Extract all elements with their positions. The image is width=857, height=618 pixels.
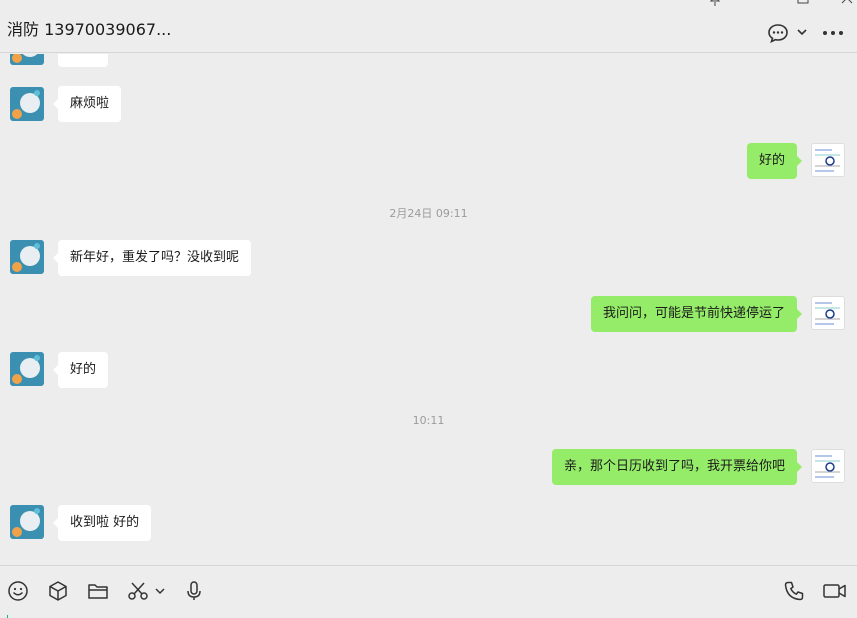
my-avatar[interactable] (811, 143, 845, 177)
message-bubble-incoming[interactable]: 麻烦 (58, 54, 109, 67)
contact-avatar[interactable] (10, 240, 44, 274)
message-bubble-outgoing[interactable]: 亲，那个日历收到了吗，我开票给你吧 (551, 449, 803, 485)
more-horizontal-icon[interactable] (822, 22, 844, 44)
microphone-icon[interactable] (182, 579, 206, 603)
chat-header: 消防 13970039067... (0, 0, 857, 53)
emoji-icon[interactable] (6, 579, 30, 603)
chat-title: 消防 13970039067... (7, 20, 172, 39)
message-bubble-incoming[interactable]: 收到啦 好的 (52, 505, 152, 541)
phone-icon[interactable] (782, 579, 806, 603)
timestamp: 10:11 (412, 414, 445, 427)
pin-icon[interactable] (708, 0, 722, 9)
chevron-down-icon[interactable] (796, 24, 808, 40)
chat-bubble-icon[interactable] (767, 22, 789, 44)
close-icon[interactable] (840, 0, 854, 9)
minimize-icon[interactable] (752, 0, 766, 9)
message-list[interactable]: 麻烦 麻烦啦 好的 2月24日 09:11 新年好，重发了吗？没收到呢 我问问，… (0, 54, 857, 564)
my-avatar[interactable] (811, 449, 845, 483)
maximize-icon[interactable] (796, 0, 810, 9)
contact-avatar[interactable] (10, 352, 44, 386)
video-icon[interactable] (822, 579, 848, 603)
contact-avatar[interactable] (10, 87, 44, 121)
scissors-icon[interactable] (126, 579, 150, 603)
sticker-box-icon[interactable] (46, 579, 70, 603)
folder-icon[interactable] (86, 579, 110, 603)
message-bubble-incoming[interactable]: 新年好，重发了吗？没收到呢 (52, 240, 252, 276)
message-bubble-incoming[interactable]: 麻烦啦 (52, 86, 122, 122)
input-toolbar (0, 565, 857, 618)
contact-avatar[interactable] (10, 54, 44, 65)
message-bubble-outgoing[interactable]: 我问问，可能是节前快递停运了 (590, 296, 803, 332)
message-bubble-outgoing[interactable]: 好的 (746, 143, 803, 179)
chat-window: 消防 13970039067... 麻烦啦 好的 2月24日 09:11 新年好… (0, 0, 857, 618)
timestamp: 2月24日 09:11 (389, 207, 468, 220)
contact-avatar[interactable] (10, 505, 44, 539)
my-avatar[interactable] (811, 296, 845, 330)
message-bubble-incoming[interactable]: 好的 (52, 352, 109, 388)
chevron-down-icon[interactable] (152, 579, 168, 603)
